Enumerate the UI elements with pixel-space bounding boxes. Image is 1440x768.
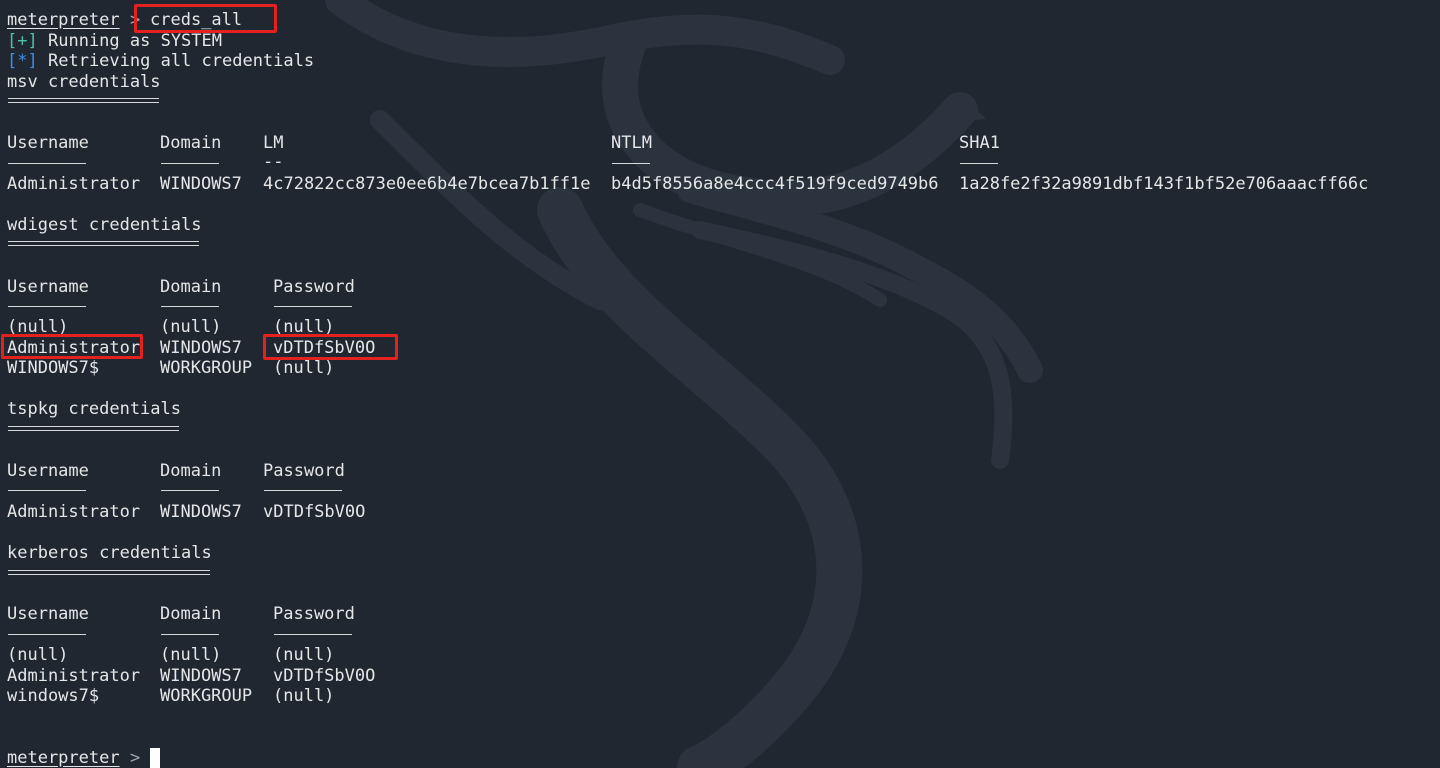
section-title-tspkg: tspkg credentials [7, 399, 181, 419]
section-underline-wdigest [8, 241, 199, 246]
status-line-running: Running as SYSTEM [48, 31, 222, 51]
table-cell: Administrator [7, 666, 141, 686]
table-cell: (null) [7, 645, 69, 665]
prompt-label: meterpreter [7, 10, 120, 30]
table-cell: windows7$ [7, 686, 100, 706]
section-underline-tspkg [8, 426, 179, 431]
column-underline [161, 490, 219, 491]
table-cell: Administrator [7, 174, 141, 194]
command-highlight-box [134, 4, 277, 33]
table-cell: (null) [160, 645, 222, 665]
section-title-wdigest: wdigest credentials [7, 215, 202, 235]
column-header: Domain [160, 133, 222, 153]
column-underline [264, 490, 342, 491]
table-cell: b4d5f8556a8e4ccc4f519f9ced9749b6 [611, 174, 939, 194]
table-cell: 4c72822cc873e0ee6b4e7bcea7b1ff1e [263, 174, 591, 194]
section-underline-kerberos [8, 570, 210, 575]
column-header: Password [273, 277, 355, 297]
column-underline [8, 163, 86, 164]
table-cell: (null) [160, 317, 222, 337]
username-highlight-box [1, 334, 143, 359]
column-header: Username [7, 277, 89, 297]
column-underline [161, 163, 219, 164]
column-header: Password [263, 461, 345, 481]
terminal-cursor[interactable] [150, 748, 160, 768]
column-underline [161, 634, 219, 635]
column-header: Username [7, 461, 89, 481]
column-underline [161, 306, 219, 307]
table-cell: WINDOWS7$ [7, 358, 100, 378]
column-underline [8, 490, 86, 491]
column-underline [274, 306, 352, 307]
column-header: Password [273, 604, 355, 624]
section-title-msv: msv credentials [7, 72, 161, 92]
column-underline [612, 163, 650, 164]
final-prompt-label: meterpreter [7, 748, 120, 768]
status-info-marker: [*] [7, 51, 38, 71]
column-header: NTLM [611, 133, 652, 153]
terminal-window[interactable]: meterpreter > creds_all [+] Running as S… [0, 0, 1440, 768]
table-cell: (null) [273, 686, 335, 706]
column-header: Domain [160, 277, 222, 297]
column-header: Username [7, 133, 89, 153]
column-header: LM [263, 133, 284, 153]
status-success-marker: [+] [7, 31, 38, 51]
column-header: SHA1 [959, 133, 1000, 153]
column-header: Domain [160, 461, 222, 481]
table-cell: (null) [273, 358, 335, 378]
column-underline-lm: -- [263, 152, 284, 172]
section-underline-msv [8, 98, 159, 103]
column-underline [274, 634, 352, 635]
section-title-kerberos: kerberos credentials [7, 543, 212, 563]
table-cell: WINDOWS7 [160, 338, 242, 358]
table-cell: (null) [273, 645, 335, 665]
column-underline [8, 634, 86, 635]
final-prompt-symbol: > [130, 748, 141, 768]
column-header: Domain [160, 604, 222, 624]
table-cell: Administrator [7, 502, 141, 522]
table-cell: WORKGROUP [160, 358, 253, 378]
table-cell: WINDOWS7 [160, 502, 242, 522]
table-cell: vDTDfSbV0O [263, 502, 366, 522]
status-line-retrieving: Retrieving all credentials [48, 51, 315, 71]
column-header: Username [7, 604, 89, 624]
table-cell: WINDOWS7 [160, 666, 242, 686]
table-cell: WINDOWS7 [160, 174, 242, 194]
table-cell: vDTDfSbV0O [273, 666, 376, 686]
password-highlight-box [263, 334, 398, 360]
column-underline [960, 163, 998, 164]
table-cell: 1a28fe2f32a9891dbf143f1bf52e706aaacff66c [959, 174, 1369, 194]
column-underline [8, 306, 86, 307]
table-cell: WORKGROUP [160, 686, 253, 706]
